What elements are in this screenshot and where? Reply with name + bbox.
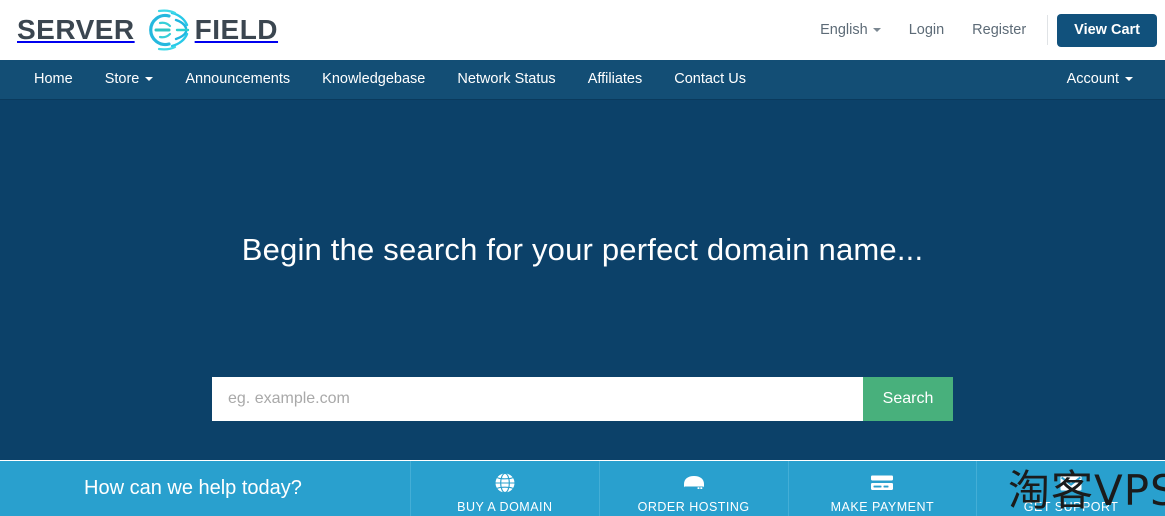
main-navigation: Home Store Announcements Knowledgebase N… <box>0 60 1165 99</box>
nav-item-account[interactable]: Account <box>1051 60 1149 99</box>
nav-label: Home <box>34 71 73 87</box>
help-bar: How can we help today? BUY A DOMAIN ORDE… <box>0 461 1165 516</box>
language-selector[interactable]: English <box>806 0 895 60</box>
domain-search-input[interactable] <box>212 377 863 421</box>
language-label: English <box>820 22 868 38</box>
page-root: SERVER FIELD English Login Register View… <box>0 0 1165 516</box>
header-divider <box>1047 15 1049 45</box>
nav-item-network-status[interactable]: Network Status <box>441 60 571 99</box>
domain-search-button[interactable]: Search <box>863 377 953 421</box>
nav-item-store[interactable]: Store <box>89 60 170 99</box>
logo-text-server: SERVER <box>17 14 135 45</box>
help-item-buy-a-domain[interactable]: BUY A DOMAIN <box>411 461 600 516</box>
help-item-order-hosting[interactable]: ORDER HOSTING <box>600 461 789 516</box>
nav-item-contact-us[interactable]: Contact Us <box>658 60 762 99</box>
top-header-right: English Login Register View Cart <box>806 0 1157 60</box>
help-item-label: ORDER HOSTING <box>637 499 750 514</box>
nav-items: Home Store Announcements Knowledgebase N… <box>18 60 762 99</box>
server-icon <box>681 471 707 495</box>
credit-card-icon <box>869 471 895 495</box>
help-item-label: MAKE PAYMENT <box>830 499 935 514</box>
help-item-label: BUY A DOMAIN <box>457 499 553 514</box>
logo-text-field: FIELD <box>194 14 279 45</box>
nav-label: Network Status <box>457 71 556 87</box>
nav-label: Contact Us <box>674 71 746 87</box>
nav-label: Announcements <box>185 71 291 87</box>
globe-arcs-icon <box>139 8 191 52</box>
help-bar-title: How can we help today? <box>0 461 411 516</box>
nav-label: Account <box>1066 71 1119 87</box>
chevron-down-icon <box>145 77 154 82</box>
domain-search-form: Search <box>212 377 953 421</box>
login-link[interactable]: Login <box>895 0 958 60</box>
register-link[interactable]: Register <box>958 0 1040 60</box>
top-header: SERVER FIELD English Login Register View… <box>0 0 1165 60</box>
page-title: Begin the search for your perfect domain… <box>241 232 924 267</box>
help-item-get-support[interactable]: GET SUPPORT <box>977 461 1165 516</box>
view-cart-button[interactable]: View Cart <box>1057 13 1157 47</box>
nav-item-affiliates[interactable]: Affiliates <box>572 60 659 99</box>
nav-account-area: Account <box>1051 60 1149 99</box>
chevron-down-icon <box>1125 77 1133 82</box>
help-item-make-payment[interactable]: MAKE PAYMENT <box>789 461 978 516</box>
site-logo[interactable]: SERVER FIELD <box>17 7 278 53</box>
envelope-icon <box>1058 471 1084 495</box>
chevron-down-icon <box>872 28 881 33</box>
globe-icon <box>493 471 517 495</box>
nav-item-knowledgebase[interactable]: Knowledgebase <box>306 60 441 99</box>
nav-label: Affiliates <box>587 71 643 87</box>
nav-item-home[interactable]: Home <box>18 60 89 99</box>
hero-section: Begin the search for your perfect domain… <box>0 99 1165 460</box>
nav-label: Knowledgebase <box>322 71 426 87</box>
nav-label: Store <box>104 71 140 87</box>
help-item-label: GET SUPPORT <box>1023 499 1119 514</box>
nav-item-announcements[interactable]: Announcements <box>169 60 306 99</box>
